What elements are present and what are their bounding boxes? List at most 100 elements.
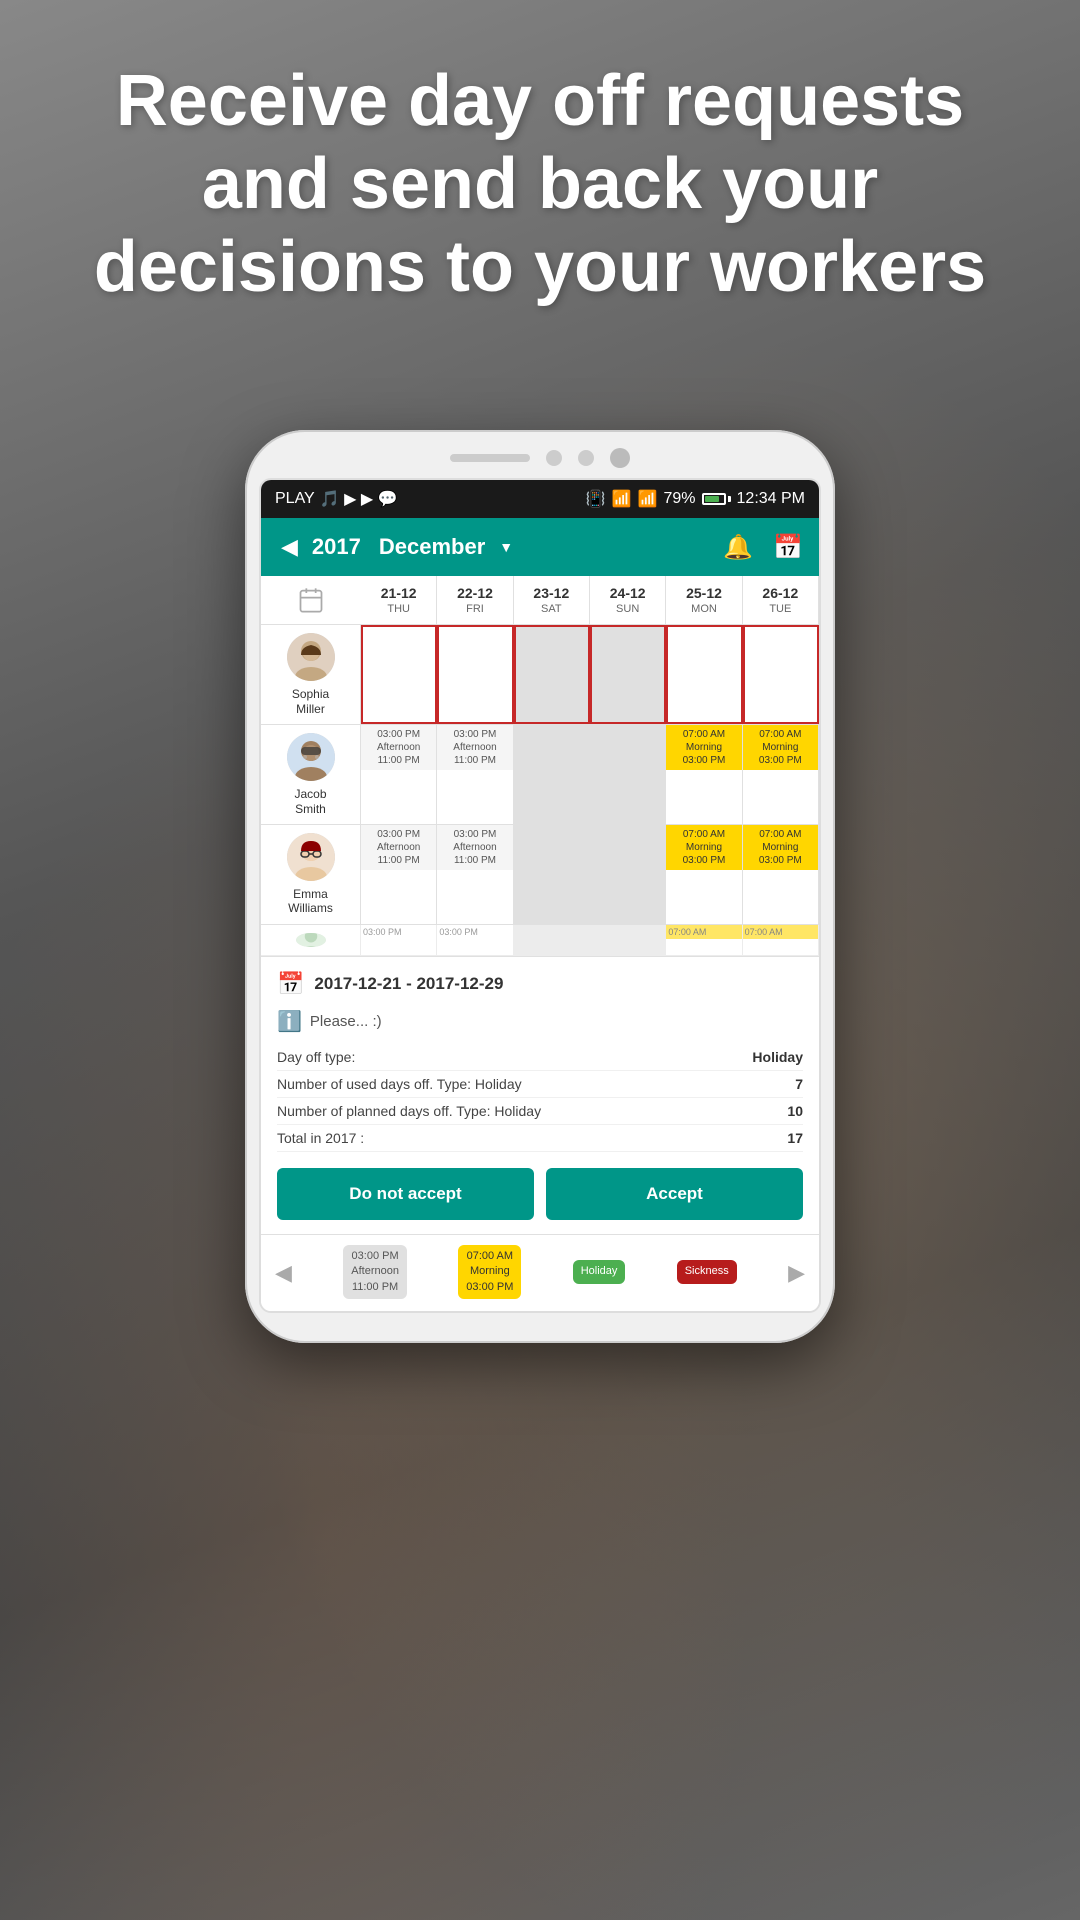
emma-cell-4[interactable]: 07:00 AMMorning03:00 PM [666, 825, 742, 924]
date-range-header: 📅 2017-12-21 - 2017-12-29 [277, 971, 803, 997]
emma-cell-5[interactable]: 07:00 AMMorning03:00 PM [743, 825, 819, 924]
info-panel: 📅 2017-12-21 - 2017-12-29 ℹ️ Please... :… [261, 956, 819, 1234]
date-range-icon: 📅 [277, 971, 304, 997]
calendar-icon [261, 576, 361, 624]
emp-info-sophia: Sophia Miller [261, 625, 361, 724]
legend-item-holiday: Holiday [573, 1260, 626, 1285]
accept-button[interactable]: Accept [546, 1168, 803, 1220]
partial-cell-1: 03:00 PM [437, 925, 513, 955]
partial-cell-2 [514, 925, 590, 955]
calendar-header: 21-12 THU 22-12 FRI 23-12 SAT 24-12 SUN [261, 576, 819, 625]
emp-info-partial [261, 925, 361, 955]
emma-cell-0[interactable]: 03:00 PMAfternoon11:00 PM [361, 825, 437, 924]
dropdown-icon[interactable]: ▼ [499, 539, 513, 555]
jacob-cell-4[interactable]: 07:00 AMMorning03:00 PM [666, 725, 742, 824]
info-label-type: Day off type: [277, 1049, 355, 1065]
phone-mockup: PLAY 🎵 ▶ ▶ 💬 📳 📶 📶 79% 12:34 PM [245, 430, 835, 1343]
emma-cell-2[interactable] [514, 825, 590, 924]
status-bar-left: PLAY 🎵 ▶ ▶ 💬 [275, 489, 398, 509]
header-month: December [379, 534, 485, 560]
sophia-cell-2[interactable] [514, 625, 590, 724]
legend-badge-morning: 07:00 AMMorning03:00 PM [458, 1245, 521, 1299]
col-header-5: 26-12 TUE [743, 576, 819, 624]
col-header-0: 21-12 THU [361, 576, 437, 624]
emp-name-sophia: Sophia Miller [292, 687, 329, 716]
wifi-icon: 📶 [612, 489, 632, 509]
date-range-text: 2017-12-21 - 2017-12-29 [314, 974, 503, 994]
back-button[interactable]: ◀ [277, 530, 302, 564]
headline-text: Receive day off requests and send back y… [0, 60, 1080, 308]
info-val-planned: 10 [787, 1103, 803, 1119]
phone-dot-2 [578, 450, 594, 466]
col-header-1: 22-12 FRI [437, 576, 513, 624]
sophia-cell-5[interactable] [743, 625, 819, 724]
col-header-2: 23-12 SAT [514, 576, 590, 624]
signal-bars: 📶 [638, 489, 658, 509]
jacob-cell-5[interactable]: 07:00 AMMorning03:00 PM [743, 725, 819, 824]
partial-cell-5: 07:00 AM [743, 925, 819, 955]
battery-pct: 79% [663, 490, 695, 508]
status-bar-right: 📳 📶 📶 79% 12:34 PM [586, 489, 805, 509]
legend-item-morning: 07:00 AMMorning03:00 PM [458, 1245, 521, 1301]
action-buttons: Do not accept Accept [277, 1168, 803, 1220]
status-bar: PLAY 🎵 ▶ ▶ 💬 📳 📶 📶 79% 12:34 PM [261, 480, 819, 518]
col-header-3: 24-12 SUN [590, 576, 666, 624]
info-row-type: Day off type: Holiday [277, 1044, 803, 1071]
jacob-cell-0[interactable]: 03:00 PMAfternoon11:00 PM [361, 725, 437, 824]
emp-avatar-partial [296, 933, 326, 947]
sophia-cell-0[interactable] [361, 625, 437, 724]
phone-dot-1 [546, 450, 562, 466]
battery-icon [702, 493, 731, 505]
reject-button[interactable]: Do not accept [277, 1168, 534, 1220]
emp-name-jacob: Jacob Smith [294, 787, 326, 816]
legend-badge-sickness: Sickness [677, 1260, 737, 1283]
phone-camera [610, 448, 630, 468]
jacob-cell-1[interactable]: 03:00 PMAfternoon11:00 PM [437, 725, 513, 824]
legend-item-afternoon: 03:00 PMAfternoon11:00 PM [343, 1245, 407, 1301]
emma-cell-1[interactable]: 03:00 PMAfternoon11:00 PM [437, 825, 513, 924]
partial-cell-4: 07:00 AM [666, 925, 742, 955]
sophia-cell-4[interactable] [666, 625, 742, 724]
phone-speaker [450, 454, 530, 462]
info-row-used: Number of used days off. Type: Holiday 7 [277, 1071, 803, 1098]
phone-screen: PLAY 🎵 ▶ ▶ 💬 📳 📶 📶 79% 12:34 PM [259, 478, 821, 1313]
legend-bar: ◀ 03:00 PMAfternoon11:00 PM 07:00 AMMorn… [261, 1234, 819, 1311]
partial-cell-3 [590, 925, 666, 955]
sophia-cell-3[interactable] [590, 625, 666, 724]
info-label-planned: Number of planned days off. Type: Holida… [277, 1103, 541, 1119]
emp-name-emma: Emma Williams [288, 887, 333, 916]
info-val-type: Holiday [752, 1049, 803, 1065]
emp-avatar-emma [287, 833, 335, 881]
sophia-cell-1[interactable] [437, 625, 513, 724]
status-icons: 🎵 ▶ ▶ 💬 [320, 489, 398, 509]
info-label-total: Total in 2017 : [277, 1130, 364, 1146]
employee-row-emma: Emma Williams 03:00 PMAfternoon11:00 PM … [261, 825, 819, 925]
emp-avatar-jacob [287, 733, 335, 781]
info-note: ℹ️ Please... :) [277, 1009, 803, 1034]
header-year: 2017 [312, 534, 361, 560]
jacob-cell-2[interactable] [514, 725, 590, 824]
legend-item-sickness: Sickness [677, 1260, 737, 1285]
vibrate-icon: 📳 [586, 489, 606, 509]
phone-top-bar [259, 448, 821, 468]
jacob-cell-3[interactable] [590, 725, 666, 824]
partial-cell-0: 03:00 PM [361, 925, 437, 955]
play-text: PLAY [275, 490, 315, 508]
info-note-icon: ℹ️ [277, 1009, 302, 1034]
info-row-planned: Number of planned days off. Type: Holida… [277, 1098, 803, 1125]
emma-cell-3[interactable] [590, 825, 666, 924]
clock: 12:34 PM [737, 490, 805, 508]
employee-row-sophia: Sophia Miller [261, 625, 819, 725]
col-header-4: 25-12 MON [666, 576, 742, 624]
emp-info-jacob: Jacob Smith [261, 725, 361, 824]
info-label-used: Number of used days off. Type: Holiday [277, 1076, 522, 1092]
employee-row-jacob: Jacob Smith 03:00 PMAfternoon11:00 PM 03… [261, 725, 819, 825]
info-row-total: Total in 2017 : 17 [277, 1125, 803, 1152]
calendar-section: 21-12 THU 22-12 FRI 23-12 SAT 24-12 SUN [261, 576, 819, 956]
emp-info-emma: Emma Williams [261, 825, 361, 924]
legend-prev-button[interactable]: ◀ [275, 1260, 292, 1286]
notification-icon[interactable]: 🔔 [723, 533, 753, 562]
legend-next-button[interactable]: ▶ [788, 1260, 805, 1286]
info-note-text: Please... :) [310, 1013, 382, 1030]
add-schedule-icon[interactable]: 📅 [773, 533, 803, 562]
